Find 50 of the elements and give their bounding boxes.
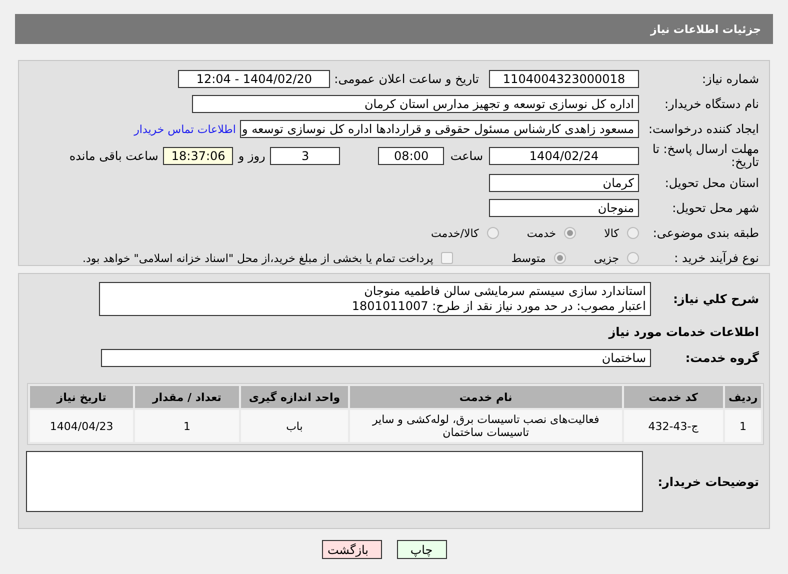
category-radio[interactable]: خدمت <box>526 226 576 240</box>
process-radio[interactable]: متوسط <box>511 252 566 265</box>
days-field: 3 <box>270 147 340 166</box>
field-label: تاریخ و ساعت اعلان عمومی: <box>334 72 479 86</box>
section-title: اطلاعات خدمات مورد نیاز <box>608 325 760 339</box>
field-label: شرح کلي نیاز: <box>672 292 760 306</box>
remaining-time-field: 18:37:06 <box>163 147 234 166</box>
back-button[interactable]: بازگشت <box>322 540 382 559</box>
days-label: روز و <box>238 149 266 164</box>
field-label: گروه خدمت: <box>684 351 760 365</box>
requester-field: مسعود زاهدی کارشناس مسئول حقوقی و قراردادها اداره کل نوسازی توسعه و <box>240 120 639 138</box>
field-label: شهر محل تحویل: <box>671 201 760 216</box>
time-label: ساعت <box>450 149 483 164</box>
table-cell: ج-43-432 <box>624 410 724 442</box>
column-header: ردیف <box>725 386 761 408</box>
category-radio[interactable]: کالا <box>604 226 639 240</box>
announce-date-field: 1404/02/20 - 12:04 <box>178 70 330 88</box>
table-cell: 1 <box>135 410 239 442</box>
table-cell: 1404/04/23 <box>30 410 134 442</box>
field-label: توضیحات خریدار: <box>656 474 760 488</box>
remaining-label: ساعت باقی مانده <box>69 149 158 164</box>
province-field: کرمان <box>489 174 639 192</box>
field-label: استان محل تحویل: <box>664 176 760 190</box>
process-radio[interactable]: جزیی <box>594 252 639 265</box>
column-header: واحد اندازه گیری <box>240 386 348 408</box>
column-header: کد خدمت <box>624 386 724 408</box>
field-label: ایجاد کننده درخواست: <box>647 122 760 136</box>
buyer-contact-link[interactable]: اطلاعات تماس خریدار <box>134 122 236 136</box>
print-button[interactable]: چاپ <box>396 540 446 559</box>
need-number-field: 1104004323000018 <box>489 70 639 88</box>
category-radio[interactable]: کالا/خدمت <box>431 226 499 240</box>
page-title: جزئیات اطلاعات نیاز <box>650 22 761 36</box>
payment-checkbox[interactable]: پرداخت تمام یا بخشی از مبلغ خرید،از محل "اسناد خزانه اسلامی" خواهد بود. <box>82 252 454 265</box>
buyer-field: اداره کل نوسازی توسعه و تجهیز مدارس استان کرمان <box>192 95 639 113</box>
city-field: منوجان <box>489 199 639 218</box>
field-label: نام دستگاه خریدار: <box>664 97 760 111</box>
field-label: شماره نیاز: <box>701 72 760 86</box>
table-cell: باب <box>240 410 348 442</box>
table-cell: فعالیت‌های نصب تاسیسات برق، لوله‌کشی و سایر تاسیسات ساختمان <box>350 410 622 442</box>
deadline-date-field: 1404/02/24 <box>489 147 639 166</box>
field-label: مهلت ارسال پاسخ: تا تاریخ: <box>651 143 760 170</box>
deadline-time-field: 08:00 <box>378 147 444 166</box>
column-header: نام خدمت <box>350 386 622 408</box>
field-label: طبقه بندی موضوعی: <box>652 226 760 240</box>
description-box: استاندارد سازی سیستم سرمایشی سالن فاطمیه منوجان اعتبار مصوب: در حد مورد نیاز نقد از طرح: 1801011007 <box>99 282 651 316</box>
service-group-field: ساختمان <box>101 349 651 367</box>
field-label: نوع فرآیند خرید : <box>673 251 760 266</box>
column-header: تاریخ نیاز <box>30 386 134 408</box>
column-header: تعداد / مقدار <box>135 386 239 408</box>
table-cell: 1 <box>725 410 761 442</box>
